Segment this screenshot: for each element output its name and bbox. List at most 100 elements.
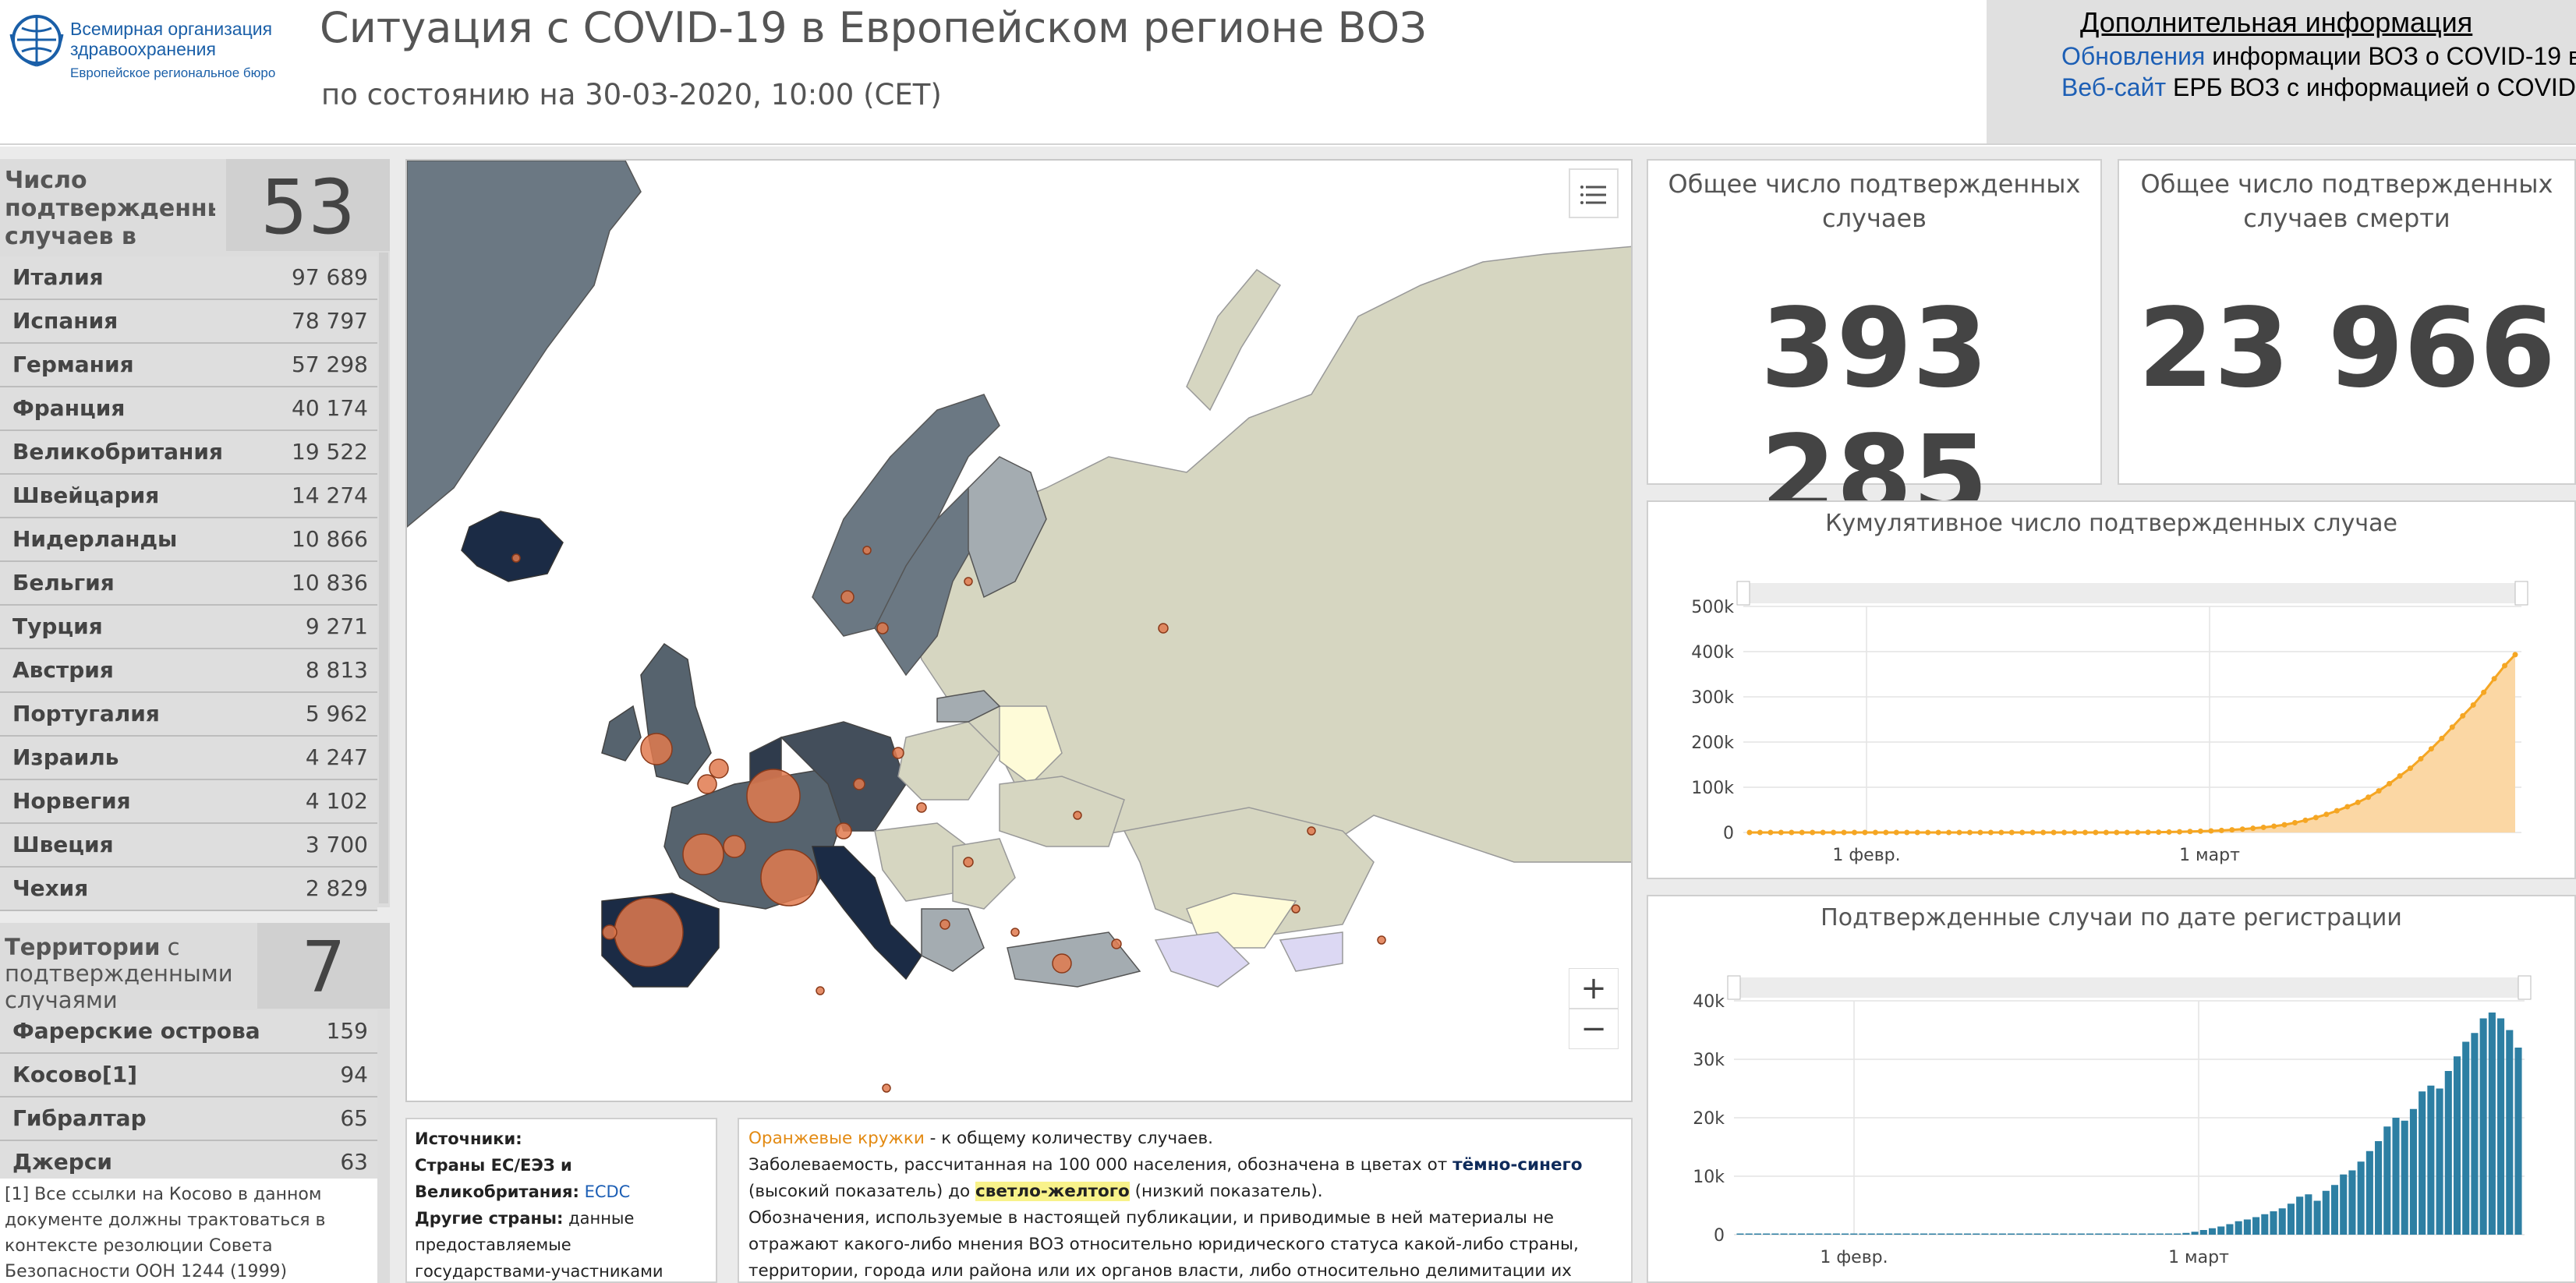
country-name: Германия	[12, 352, 134, 377]
country-value: 19 522	[292, 439, 368, 465]
daily-bar	[1894, 1233, 1902, 1235]
daily-bar	[1771, 1233, 1779, 1235]
country-row[interactable]: Турция 9 271	[0, 606, 377, 649]
zoom-out-button[interactable]: −	[1569, 1009, 1619, 1049]
country-row[interactable]: Франция 40 174	[0, 387, 377, 431]
country-row[interactable]: Чехия 2 829	[0, 868, 377, 911]
country-name: Чехия	[12, 875, 89, 901]
country-row[interactable]: Австрия 8 813	[0, 649, 377, 693]
zoom-in-button[interactable]: +	[1569, 968, 1619, 1009]
country-name: Бельгия	[12, 570, 115, 596]
who-emblem-icon	[9, 15, 64, 67]
country-name: Израиль	[12, 744, 119, 770]
cumulative-point	[1987, 829, 1994, 836]
daily-bar	[1842, 1233, 1849, 1235]
map-panel[interactable]: + −	[405, 159, 1633, 1102]
country-value: 78 797	[292, 308, 368, 334]
country-row[interactable]: Португалия 5 962	[0, 693, 377, 737]
daily-bar	[1920, 1233, 1928, 1235]
daily-bar	[2252, 1217, 2260, 1235]
country-row[interactable]: Нидерланды 10 866	[0, 518, 377, 562]
daily-bar	[1806, 1233, 1814, 1235]
daily-bar	[2191, 1232, 2199, 1235]
orange-circles-label: Оранжевые кружки	[748, 1129, 925, 1148]
europe-map[interactable]	[407, 161, 1633, 1102]
daily-bar	[2147, 1233, 2155, 1235]
x-tick-label: 1 март	[2168, 1248, 2229, 1267]
cumulative-chart[interactable]: 0 100k 200k 300k 400k 500k 1 февр. 1 март	[1648, 502, 2574, 878]
bubble-germany	[746, 769, 801, 823]
updates-link[interactable]: Обновления	[2061, 42, 2205, 70]
country-row[interactable]: Израиль 4 247	[0, 737, 377, 780]
daily-bar	[2199, 1230, 2207, 1235]
country-row[interactable]: Бельгия 10 836	[0, 562, 377, 606]
bubble-israel	[1111, 938, 1122, 949]
map-legend-button[interactable]	[1569, 168, 1619, 218]
y-tick-label: 0	[1714, 1226, 1725, 1246]
country-row[interactable]: Германия 57 298	[0, 344, 377, 387]
daily-bar	[2261, 1214, 2269, 1235]
page-subtitle: по состоянию на 30-03-2020, 10:00 (CET)	[321, 78, 942, 111]
daily-bar	[2497, 1018, 2505, 1235]
daily-bar	[2033, 1233, 2041, 1235]
cumulative-point	[2124, 829, 2130, 836]
y-tick-label: 200k	[1691, 733, 1734, 753]
country-value: 8 813	[305, 657, 368, 683]
cumulative-point	[2187, 829, 2193, 835]
daily-bar	[1955, 1233, 1962, 1235]
y-tick-label: 400k	[1691, 643, 1734, 663]
territory-row[interactable]: Фарерские острова 159	[0, 1010, 377, 1054]
bubble-norway	[840, 590, 855, 604]
bubble-sweden	[876, 622, 889, 634]
country-value: 97 689	[292, 264, 368, 290]
country-row[interactable]: Норвегия 4 102	[0, 780, 377, 824]
bubble-belgium	[697, 774, 717, 794]
daily-bar	[1850, 1233, 1858, 1235]
cumulative-point	[1893, 829, 1899, 836]
territory-row[interactable]: Косово[1] 94	[0, 1054, 377, 1097]
who-logo[interactable]: Всемирная организация здравоохранения Ев…	[8, 11, 275, 89]
country-name: Турция	[12, 613, 103, 639]
daily-cases-chart[interactable]: 0 10k 20k 30k 40k 1 февр. 1 март	[1648, 896, 2574, 1281]
info-row-updates-text: информации ВОЗ о COVID-19 в м	[2205, 42, 2576, 70]
x-tick-label: 1 февр.	[1820, 1248, 1888, 1267]
country-row[interactable]: Великобритания 19 522	[0, 431, 377, 475]
cumulative-point	[2449, 724, 2455, 730]
daily-bar	[2479, 1018, 2487, 1235]
cumulative-point	[2208, 828, 2214, 834]
dark-blue-label: тёмно-синего	[1453, 1155, 1583, 1175]
territory-row[interactable]: Гибралтар 65	[0, 1097, 377, 1141]
country-name: Нидерланды	[12, 526, 178, 552]
daily-bar	[2409, 1108, 2417, 1235]
cumulative-point	[2323, 811, 2330, 818]
cumulative-point	[2166, 829, 2172, 835]
countries-scrollbar[interactable]	[379, 253, 388, 903]
daily-bar	[1876, 1233, 1884, 1235]
info-heading[interactable]: Дополнительная информация	[2080, 6, 2472, 39]
daily-bar	[2182, 1232, 2190, 1235]
country-value: 57 298	[292, 352, 368, 377]
country-row[interactable]: Испания 78 797	[0, 300, 377, 344]
total-deaths-title: Общее число подтвержденных случаев смерт…	[2140, 169, 2553, 233]
daily-bar	[2383, 1126, 2391, 1235]
daily-bar	[2226, 1224, 2234, 1235]
territory-name: Фарерские острова	[12, 1018, 260, 1044]
cumulative-point	[2040, 829, 2047, 836]
daily-bar	[1867, 1233, 1875, 1235]
bubble-malta	[882, 1083, 891, 1093]
ecdc-link[interactable]: ECDC	[585, 1182, 631, 1201]
daily-bar	[2322, 1190, 2330, 1235]
daily-bar	[2217, 1226, 2225, 1235]
country-row[interactable]: Швеция 3 700	[0, 824, 377, 868]
daily-bar	[2305, 1194, 2312, 1235]
y-tick-label: 20k	[1693, 1109, 1725, 1129]
country-value: 14 274	[292, 482, 368, 508]
cumulative-point	[1841, 829, 1847, 836]
territory-value: 94	[340, 1062, 368, 1087]
countries-list-panel: Число подтвержденных случаев в разных 53…	[0, 159, 390, 911]
website-link[interactable]: Веб-сайт	[2061, 73, 2166, 101]
country-row[interactable]: Италия 97 689	[0, 256, 377, 300]
daily-bar	[2278, 1208, 2286, 1235]
cumulative-point	[2481, 689, 2487, 695]
country-row[interactable]: Швейцария 14 274	[0, 475, 377, 518]
